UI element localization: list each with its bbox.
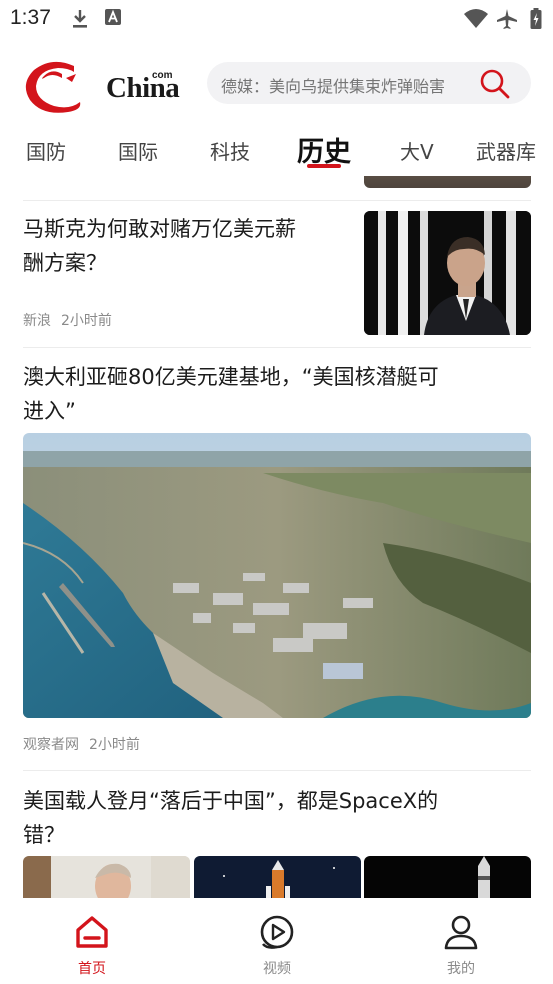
tab-keji[interactable]: 科技 — [210, 136, 250, 165]
user-icon — [441, 915, 481, 956]
tab-wuqiku[interactable]: 武器库 — [476, 136, 536, 165]
article-title-line: 进入” — [23, 399, 76, 423]
nav-video[interactable]: 视频 — [237, 912, 317, 978]
category-tabs: 国防 国际 科技 历史 大V 武器库 — [0, 124, 553, 176]
tab-guofang[interactable]: 国防 — [26, 136, 66, 165]
article-title-line: 酬方案？ — [23, 251, 107, 275]
article-time: 2小时前 — [89, 737, 140, 753]
logo-text: China — [106, 72, 180, 104]
search-bar[interactable]: 德媒：美向乌提供集束炸弹贻害 — [207, 62, 531, 104]
article-time: 2小时前 — [61, 313, 112, 329]
article-thumbnail[interactable] — [364, 211, 531, 335]
wifi-icon — [463, 8, 489, 34]
divider — [23, 200, 531, 201]
download-icon — [70, 8, 90, 34]
video-play-icon — [257, 915, 297, 956]
article-title-line: 澳大利亚砸80亿美元建基地，“美国核潜艇可 — [23, 365, 439, 389]
divider — [23, 770, 531, 771]
active-tab-indicator — [307, 164, 341, 168]
article-meta: 新浪 2小时前 — [23, 310, 112, 330]
nav-video-label: 视频 — [263, 961, 291, 977]
nav-profile-label: 我的 — [447, 961, 475, 977]
article-thumbnail[interactable] — [23, 856, 190, 898]
home-icon — [72, 916, 112, 956]
nav-home[interactable]: 首页 — [52, 912, 132, 978]
nav-profile[interactable]: 我的 — [421, 912, 501, 978]
article-title-line: 马斯克为何敢对赌万亿美元薪 — [23, 217, 296, 241]
a-icon — [104, 8, 122, 30]
tab-guoji[interactable]: 国际 — [118, 136, 158, 165]
status-bar: 1:37 — [0, 0, 553, 40]
article-title-line: 错？ — [23, 823, 65, 847]
article-meta: 观察者网 2小时前 — [23, 734, 140, 754]
article-thumbnail[interactable] — [364, 856, 531, 898]
battery-icon — [530, 8, 542, 34]
article-source: 新浪 — [23, 313, 51, 329]
airplane-icon — [496, 8, 518, 34]
header: com China 德媒：美向乌提供集束炸弹贻害 — [0, 52, 553, 116]
tab-dav[interactable]: 大V — [400, 136, 434, 165]
search-icon[interactable] — [479, 68, 511, 104]
article-title[interactable]: 马斯克为何敢对赌万亿美元薪 酬方案？ — [23, 212, 353, 280]
article-title[interactable]: 美国载人登月“落后于中国”，都是SpaceX的 错？ — [23, 784, 533, 852]
china-com-logo[interactable]: com China — [22, 58, 180, 114]
bottom-navigation: 首页 视频 我的 — [0, 898, 553, 984]
article-source: 观察者网 — [23, 737, 79, 753]
divider — [23, 347, 531, 348]
article-title[interactable]: 澳大利亚砸80亿美元建基地，“美国核潜艇可 进入” — [23, 360, 533, 428]
article-large-image[interactable] — [23, 433, 531, 718]
search-input[interactable]: 德媒：美向乌提供集束炸弹贻害 — [221, 73, 471, 97]
article-title-line: 美国载人登月“落后于中国”，都是SpaceX的 — [23, 789, 439, 813]
previous-article-thumbnail[interactable] — [364, 176, 531, 188]
nav-home-label: 首页 — [78, 961, 106, 977]
news-feed[interactable]: 马斯克为何敢对赌万亿美元薪 酬方案？ 新浪 2小时前 澳大利亚砸80亿美元建基地… — [0, 176, 553, 898]
status-time: 1:37 — [10, 6, 51, 29]
article-thumbnail[interactable] — [194, 856, 361, 898]
